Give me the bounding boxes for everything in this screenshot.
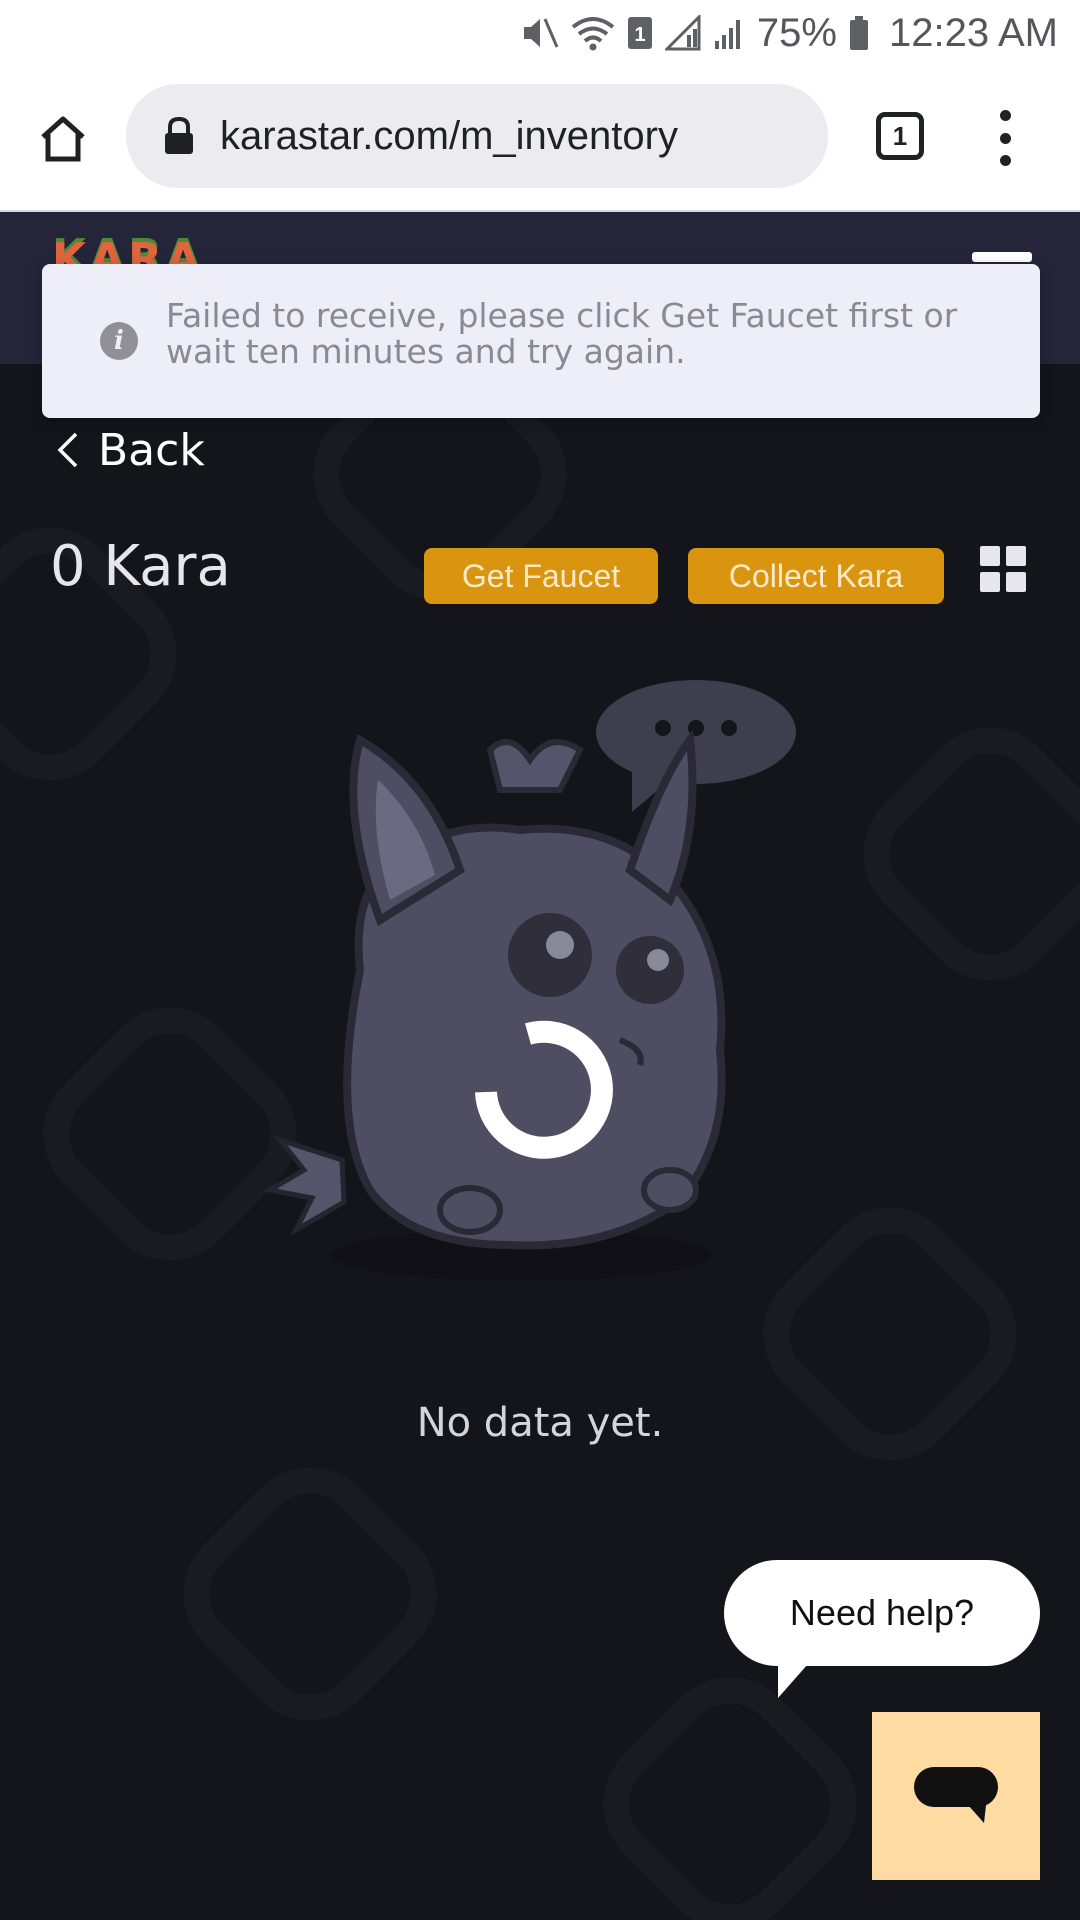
tab-switcher-button[interactable]: 1 bbox=[876, 112, 924, 160]
info-icon: i bbox=[100, 322, 138, 360]
chevron-left-icon bbox=[54, 430, 82, 470]
loading-spinner-icon bbox=[475, 1020, 613, 1159]
clock: 12:23 AM bbox=[888, 10, 1058, 55]
dot-icon bbox=[999, 110, 1011, 121]
back-label: Back bbox=[98, 424, 205, 476]
background-pattern bbox=[574, 1648, 885, 1920]
battery-percent: 75% bbox=[756, 10, 837, 55]
collect-kara-button[interactable]: Collect Kara bbox=[688, 548, 944, 604]
sim-icon: 1 bbox=[627, 16, 653, 50]
status-bar: 1 75% 12:23 AM bbox=[0, 0, 1080, 66]
empty-state-illustration bbox=[260, 670, 820, 1310]
error-toast: i Failed to receive, please click Get Fa… bbox=[42, 264, 1040, 418]
address-bar[interactable]: karastar.com/m_inventory bbox=[126, 84, 828, 188]
browser-toolbar: karastar.com/m_inventory 1 bbox=[0, 66, 1080, 212]
background-pattern bbox=[834, 698, 1080, 1009]
dot-icon bbox=[999, 132, 1011, 144]
svg-text:1: 1 bbox=[634, 24, 645, 46]
signal-icon bbox=[713, 15, 745, 51]
need-help-bubble[interactable]: Need help? bbox=[724, 1560, 1040, 1666]
chat-launcher-button[interactable] bbox=[872, 1712, 1040, 1880]
get-faucet-button[interactable]: Get Faucet bbox=[424, 548, 658, 604]
lock-icon bbox=[162, 116, 196, 156]
toast-message: Failed to receive, please click Get Fauc… bbox=[166, 296, 958, 371]
chat-icon bbox=[914, 1767, 998, 1823]
battery-icon bbox=[849, 15, 869, 51]
grid-view-icon[interactable] bbox=[980, 546, 1026, 592]
empty-state-text: No data yet. bbox=[416, 1400, 664, 1446]
mute-icon bbox=[521, 15, 559, 51]
browser-menu-button[interactable] bbox=[990, 110, 1020, 166]
kara-balance: 0 Kara bbox=[50, 534, 231, 599]
home-button[interactable] bbox=[30, 106, 96, 172]
hamburger-menu-icon[interactable] bbox=[972, 252, 1032, 262]
url-text: karastar.com/m_inventory bbox=[220, 113, 678, 158]
bubble-tail bbox=[778, 1664, 808, 1698]
dot-icon bbox=[999, 155, 1011, 166]
signal-icon bbox=[664, 15, 701, 51]
home-icon bbox=[41, 116, 85, 162]
background-pattern bbox=[154, 1438, 465, 1749]
back-link[interactable]: Back bbox=[54, 420, 205, 480]
wifi-icon bbox=[571, 15, 615, 51]
